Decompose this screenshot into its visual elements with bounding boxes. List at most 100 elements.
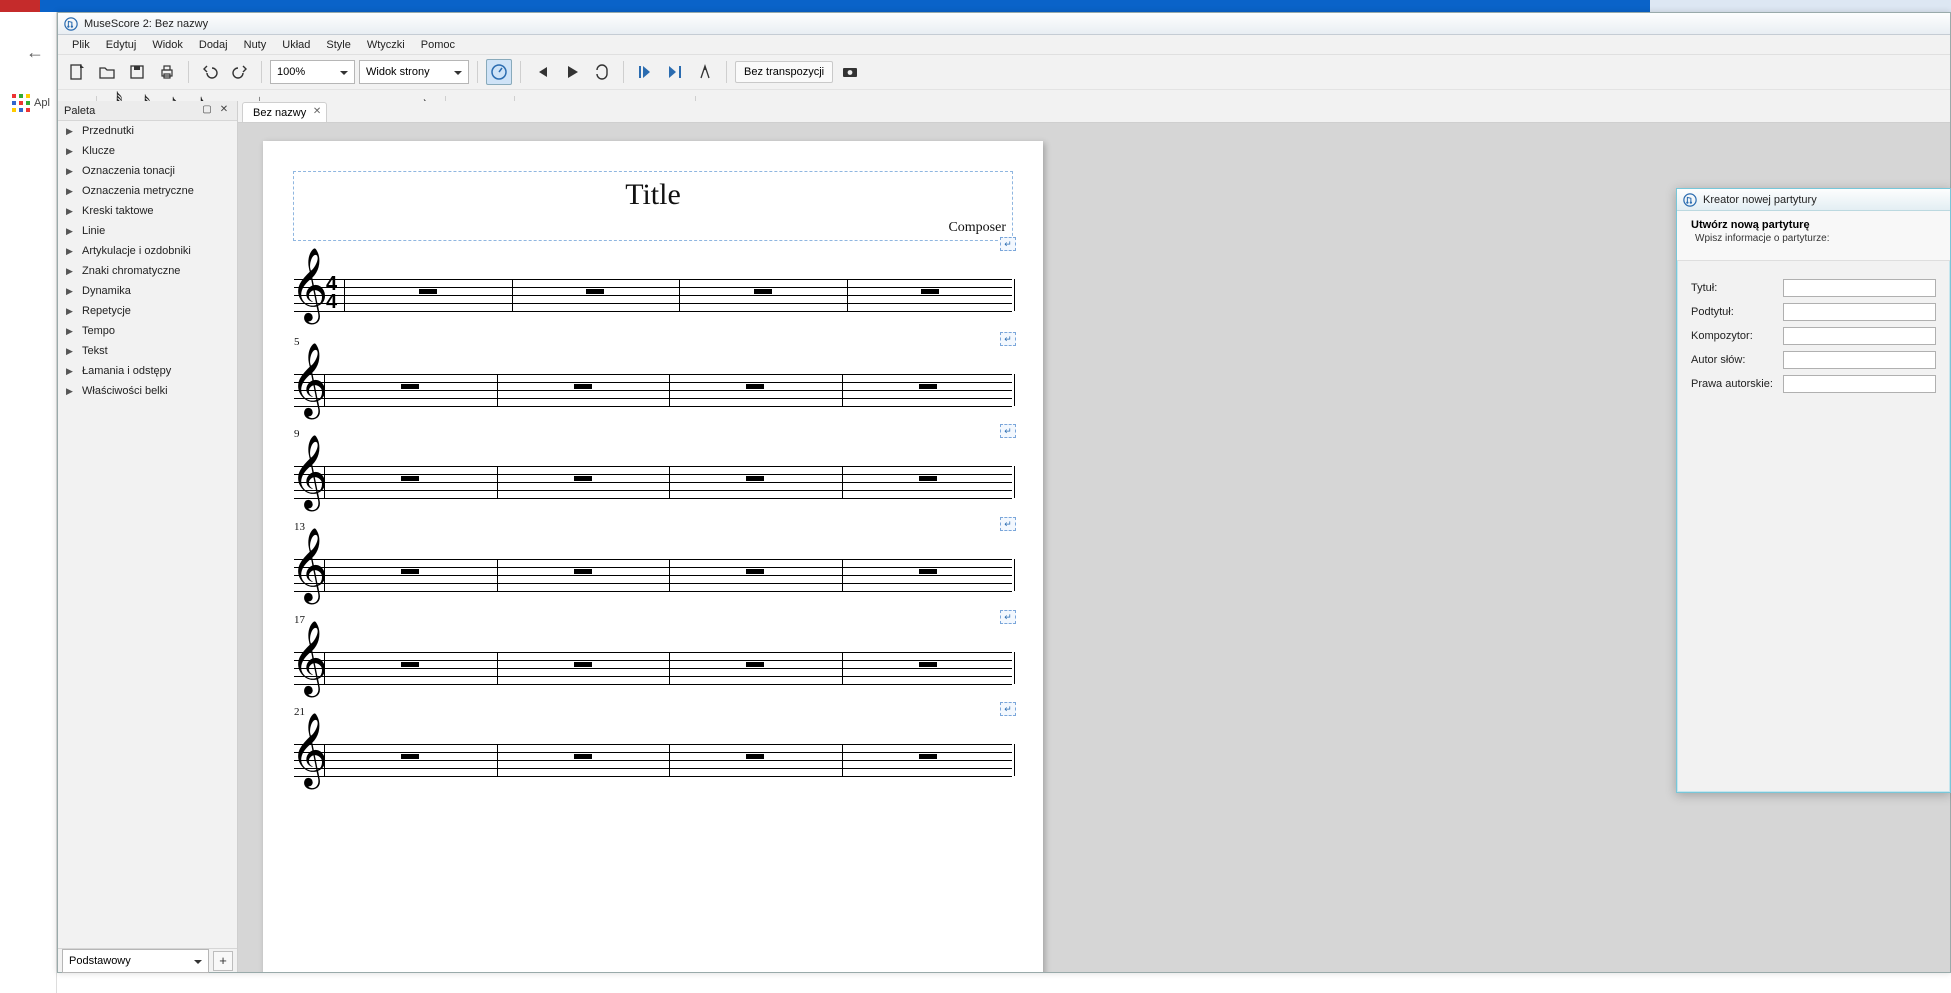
- whole-rest[interactable]: [574, 662, 592, 667]
- barline[interactable]: [1014, 374, 1015, 406]
- score-title[interactable]: Title: [294, 172, 1012, 212]
- input-title[interactable]: [1783, 279, 1936, 297]
- barline[interactable]: [842, 744, 843, 776]
- palette-item[interactable]: ▶Oznaczenia tonacji: [58, 161, 237, 181]
- system-break-icon[interactable]: ↵: [1000, 237, 1016, 251]
- input-subtitle[interactable]: [1783, 303, 1936, 321]
- save-button[interactable]: [124, 59, 150, 85]
- whole-rest[interactable]: [919, 476, 937, 481]
- treble-clef-icon[interactable]: 𝄞: [296, 730, 327, 772]
- staff-system[interactable]: ↵9𝄞: [293, 443, 1013, 513]
- barline[interactable]: [842, 374, 843, 406]
- whole-rest[interactable]: [746, 569, 764, 574]
- menu-help[interactable]: Pomoc: [413, 37, 463, 53]
- whole-rest[interactable]: [746, 476, 764, 481]
- rewind-button[interactable]: [529, 59, 555, 85]
- barline[interactable]: [669, 652, 670, 684]
- menu-notes[interactable]: Nuty: [236, 37, 275, 53]
- palette-item[interactable]: ▶Tempo: [58, 321, 237, 341]
- palette-item[interactable]: ▶Artykulacje i ozdobniki: [58, 241, 237, 261]
- title-frame[interactable]: Title Composer: [293, 171, 1013, 241]
- undo-button[interactable]: [197, 59, 223, 85]
- metronome-icon[interactable]: [486, 59, 512, 85]
- whole-rest[interactable]: [754, 289, 772, 294]
- whole-rest[interactable]: [919, 384, 937, 389]
- barline[interactable]: [842, 559, 843, 591]
- palette-add-button[interactable]: +: [213, 951, 233, 971]
- whole-rest[interactable]: [419, 289, 437, 294]
- screenshot-button[interactable]: [837, 59, 863, 85]
- system-break-icon[interactable]: ↵: [1000, 517, 1016, 531]
- system-break-icon[interactable]: ↵: [1000, 424, 1016, 438]
- browser-back-button[interactable]: ←: [21, 38, 49, 66]
- redo-button[interactable]: [227, 59, 253, 85]
- apps-grid-icon[interactable]: [12, 94, 32, 114]
- barline[interactable]: [497, 652, 498, 684]
- barline[interactable]: [497, 559, 498, 591]
- wizard-titlebar[interactable]: Kreator nowej partytury: [1677, 189, 1950, 211]
- window-titlebar[interactable]: MuseScore 2: Bez nazwy: [58, 13, 1950, 35]
- barline[interactable]: [669, 374, 670, 406]
- palette-header[interactable]: Paleta ▢ ✕: [58, 101, 237, 121]
- whole-rest[interactable]: [401, 384, 419, 389]
- whole-rest[interactable]: [746, 754, 764, 759]
- new-score-wizard[interactable]: Kreator nowej partytury Utwórz nową part…: [1676, 188, 1951, 793]
- palette-list[interactable]: ▶Przednutki▶Klucze▶Oznaczenia tonacji▶Oz…: [58, 121, 237, 948]
- menu-layout[interactable]: Układ: [274, 37, 318, 53]
- loop-out-button[interactable]: [662, 59, 688, 85]
- menu-style[interactable]: Style: [318, 37, 358, 53]
- barline[interactable]: [497, 744, 498, 776]
- palette-item[interactable]: ▶Przednutki: [58, 121, 237, 141]
- loop-button[interactable]: [589, 59, 615, 85]
- barline[interactable]: [842, 466, 843, 498]
- input-composer[interactable]: [1783, 327, 1936, 345]
- barline[interactable]: [1014, 652, 1015, 684]
- treble-clef-icon[interactable]: 𝄞: [296, 452, 327, 494]
- whole-rest[interactable]: [574, 384, 592, 389]
- palette-item[interactable]: ▶Linie: [58, 221, 237, 241]
- barline[interactable]: [669, 466, 670, 498]
- barline[interactable]: [344, 279, 345, 311]
- document-tab[interactable]: Bez nazwy ✕: [242, 102, 327, 122]
- whole-rest[interactable]: [919, 662, 937, 667]
- palette-undock-icon[interactable]: ▢: [200, 104, 214, 118]
- view-mode-combo[interactable]: Widok strony: [359, 60, 469, 84]
- whole-rest[interactable]: [746, 662, 764, 667]
- menu-edit[interactable]: Edytuj: [98, 37, 145, 53]
- score-composer[interactable]: Composer: [948, 220, 1006, 236]
- barline[interactable]: [847, 279, 848, 311]
- palette-item[interactable]: ▶Repetycje: [58, 301, 237, 321]
- whole-rest[interactable]: [574, 569, 592, 574]
- barline[interactable]: [324, 559, 325, 591]
- staff-system[interactable]: ↵𝄞44: [293, 256, 1013, 326]
- loop-in-button[interactable]: [632, 59, 658, 85]
- new-score-button[interactable]: [64, 59, 90, 85]
- barline[interactable]: [1014, 279, 1015, 311]
- system-break-icon[interactable]: ↵: [1000, 332, 1016, 346]
- barline[interactable]: [679, 279, 680, 311]
- palette-item[interactable]: ▶Dynamika: [58, 281, 237, 301]
- treble-clef-icon[interactable]: 𝄞: [296, 360, 327, 402]
- staff-system[interactable]: ↵21𝄞: [293, 721, 1013, 791]
- barline[interactable]: [1014, 466, 1015, 498]
- count-in-button[interactable]: [692, 59, 718, 85]
- play-button[interactable]: [559, 59, 585, 85]
- barline[interactable]: [497, 374, 498, 406]
- whole-rest[interactable]: [919, 754, 937, 759]
- palette-item[interactable]: ▶Znaki chromatyczne: [58, 261, 237, 281]
- print-button[interactable]: [154, 59, 180, 85]
- whole-rest[interactable]: [574, 476, 592, 481]
- score-page[interactable]: Title Composer ↵𝄞44↵5𝄞↵9𝄞↵13𝄞↵17𝄞↵21𝄞: [263, 141, 1043, 972]
- input-lyricist[interactable]: [1783, 351, 1936, 369]
- staff-system[interactable]: ↵5𝄞: [293, 351, 1013, 421]
- barline[interactable]: [324, 466, 325, 498]
- staff-system[interactable]: ↵13𝄞: [293, 536, 1013, 606]
- treble-clef-icon[interactable]: 𝄞: [296, 265, 327, 307]
- menu-view[interactable]: Widok: [144, 37, 191, 53]
- whole-rest[interactable]: [401, 476, 419, 481]
- menu-plugins[interactable]: Wtyczki: [359, 37, 413, 53]
- palette-item[interactable]: ▶Właściwości belki: [58, 381, 237, 401]
- palette-item[interactable]: ▶Klucze: [58, 141, 237, 161]
- barline[interactable]: [324, 374, 325, 406]
- whole-rest[interactable]: [919, 569, 937, 574]
